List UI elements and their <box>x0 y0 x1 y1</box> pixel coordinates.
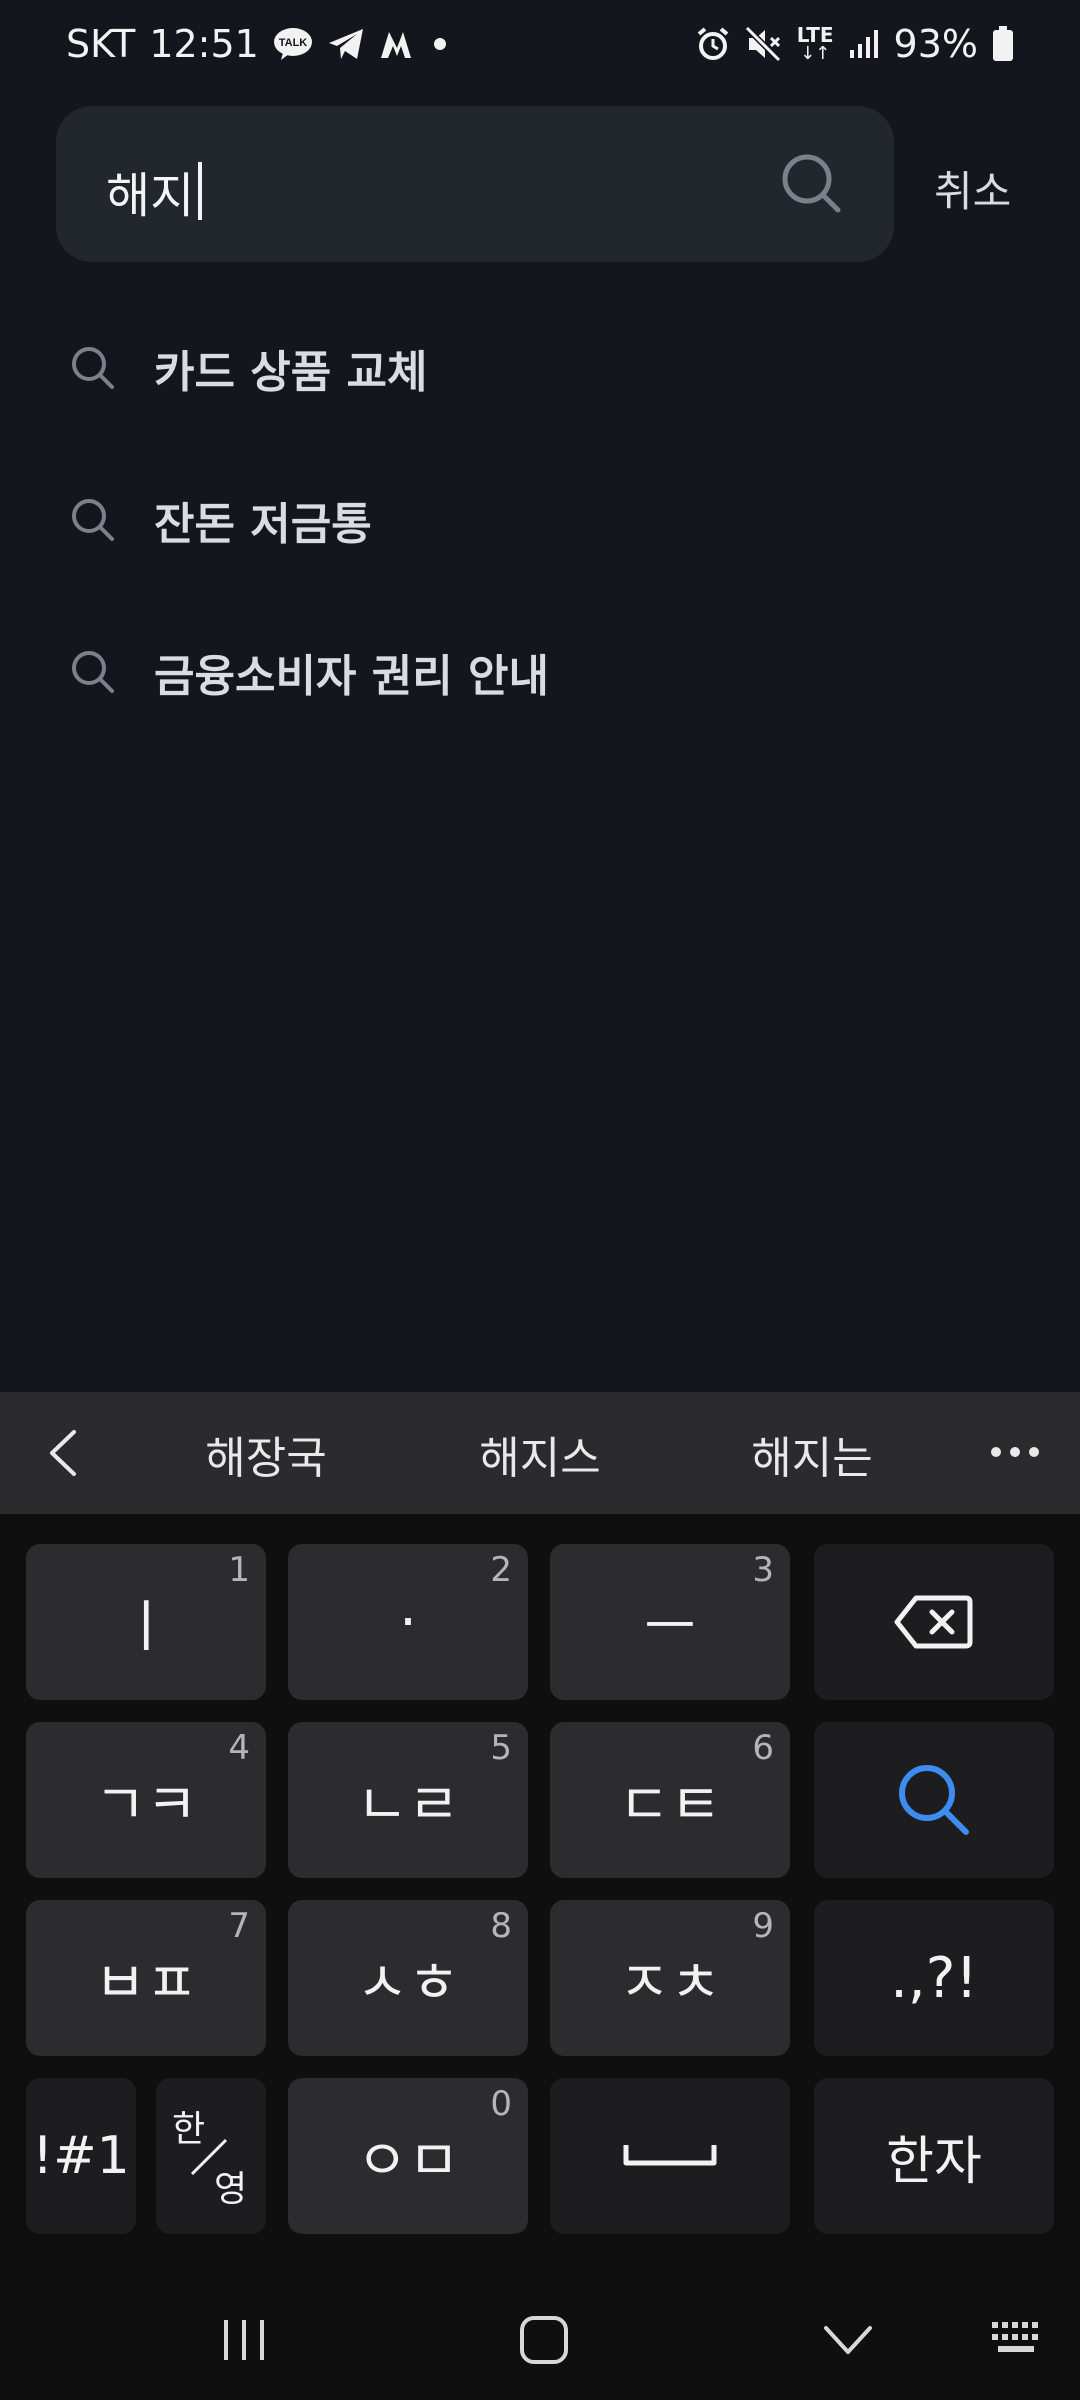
search-query: 해지 <box>106 168 195 224</box>
key-label: ㅈㅊ <box>618 1950 722 2016</box>
key-label: ㄴㄹ <box>356 1772 460 1838</box>
language-toggle-key[interactable]: 한 영 <box>156 2078 266 2234</box>
search-key[interactable] <box>814 1722 1054 1878</box>
text-cursor <box>198 162 203 220</box>
key-label: ㄱㅋ <box>94 1772 198 1838</box>
key-label: · <box>399 1589 417 1655</box>
key-3[interactable]: ㅡ 3 <box>550 1544 790 1700</box>
suggestion-item[interactable]: 카드 상품 교체 <box>70 328 970 408</box>
backspace-icon <box>894 1595 973 1649</box>
key-label: ㅅㅎ <box>356 1950 460 2016</box>
space-key[interactable] <box>550 2078 790 2234</box>
key-hint: 4 <box>228 1728 250 1768</box>
prediction-2[interactable]: 해지스 <box>440 1422 640 1486</box>
key-label: ㅡ <box>644 1594 696 1660</box>
key-1[interactable]: ㅣ 1 <box>26 1544 266 1700</box>
keyboard-toolbar: 해장국 해지스 해지는 <box>0 1392 1080 1514</box>
hanja-key[interactable]: 한자 <box>814 2078 1054 2234</box>
mute-icon <box>744 26 783 62</box>
keyboard-icon[interactable] <box>990 2318 1046 2362</box>
suggestion-label: 금융소비자 권리 안내 <box>154 651 549 702</box>
key-label: !#1 <box>32 2126 130 2186</box>
key-hint: 7 <box>228 1906 250 1946</box>
battery-percent: 93% <box>893 22 978 66</box>
key-label: ㅂㅍ <box>94 1950 198 2016</box>
dot-icon <box>433 37 447 51</box>
alarm-icon <box>695 26 731 62</box>
prediction-1[interactable]: 해장국 <box>166 1422 366 1486</box>
m-app-icon <box>379 28 419 60</box>
navigation-bar <box>0 2280 1080 2400</box>
key-hint: 9 <box>752 1906 774 1946</box>
status-bar: SKT 12:51 TALK LTE ↓↑ 93% <box>0 0 1080 96</box>
kakaotalk-icon: TALK <box>273 27 313 61</box>
key-8[interactable]: ㅅㅎ 8 <box>288 1900 528 2056</box>
key-label: ㄷㅌ <box>618 1772 722 1838</box>
more-icon[interactable] <box>990 1442 1040 1462</box>
lte-icon: LTE ↓↑ <box>796 23 834 64</box>
symbols-key[interactable]: !#1 <box>26 2078 136 2234</box>
clock: 12:51 <box>149 22 259 66</box>
search-icon <box>72 651 114 693</box>
key-hint: 3 <box>752 1550 774 1590</box>
battery-icon <box>992 26 1014 62</box>
key-label: 한자 <box>886 2131 982 2192</box>
chevron-down-icon[interactable] <box>820 2316 876 2366</box>
backspace-key[interactable] <box>814 1544 1054 1700</box>
key-label: .,?! <box>890 1945 978 2011</box>
search-input[interactable]: 해지 <box>106 156 203 226</box>
search-icon[interactable] <box>780 152 844 216</box>
lang-bottom-label: 영 <box>214 2169 248 2210</box>
key-4[interactable]: ㄱㅋ 4 <box>26 1722 266 1878</box>
suggestion-label: 카드 상품 교체 <box>154 347 428 398</box>
home-icon[interactable] <box>518 2314 572 2368</box>
chevron-left-icon[interactable] <box>40 1428 90 1478</box>
key-hint: 2 <box>490 1550 512 1590</box>
key-hint: 5 <box>490 1728 512 1768</box>
search-icon <box>899 1765 969 1835</box>
telegram-icon <box>327 27 365 61</box>
talk-badge-text: TALK <box>279 37 308 49</box>
prediction-3[interactable]: 해지는 <box>712 1422 912 1486</box>
key-0[interactable]: ㅇㅁ 0 <box>288 2078 528 2234</box>
suggestion-item[interactable]: 금융소비자 권리 안내 <box>70 632 970 712</box>
key-hint: 8 <box>490 1906 512 1946</box>
key-5[interactable]: ㄴㄹ 5 <box>288 1722 528 1878</box>
search-icon <box>72 499 114 541</box>
key-7[interactable]: ㅂㅍ 7 <box>26 1900 266 2056</box>
key-label: ㅣ <box>120 1594 172 1660</box>
key-2[interactable]: · 2 <box>288 1544 528 1700</box>
key-hint: 6 <box>752 1728 774 1768</box>
slash-icon <box>190 2138 228 2176</box>
key-9[interactable]: ㅈㅊ 9 <box>550 1900 790 2056</box>
suggestion-label: 잔돈 저금통 <box>154 499 372 550</box>
recents-icon[interactable] <box>216 2316 272 2366</box>
key-6[interactable]: ㄷㅌ 6 <box>550 1722 790 1878</box>
signal-icon <box>848 28 880 60</box>
cancel-button[interactable]: 취소 <box>934 158 1011 219</box>
suggestion-item[interactable]: 잔돈 저금통 <box>70 480 970 560</box>
search-icon <box>72 347 114 389</box>
key-hint: 0 <box>490 2084 512 2124</box>
key-hint: 1 <box>228 1550 250 1590</box>
key-label: ㅇㅁ <box>356 2128 460 2194</box>
lte-label: LTE <box>796 23 834 47</box>
keyboard: 해장국 해지스 해지는 ㅣ 1 · 2 ㅡ 3 ㄱㅋ 4 ㄴㄹ 5 ㄷㅌ 6 ㅂ… <box>0 1392 1080 2400</box>
search-field[interactable]: 해지 <box>56 106 894 262</box>
space-bar-icon <box>623 2145 717 2166</box>
punctuation-key[interactable]: .,?! <box>814 1900 1054 2056</box>
carrier-label: SKT <box>66 22 136 66</box>
